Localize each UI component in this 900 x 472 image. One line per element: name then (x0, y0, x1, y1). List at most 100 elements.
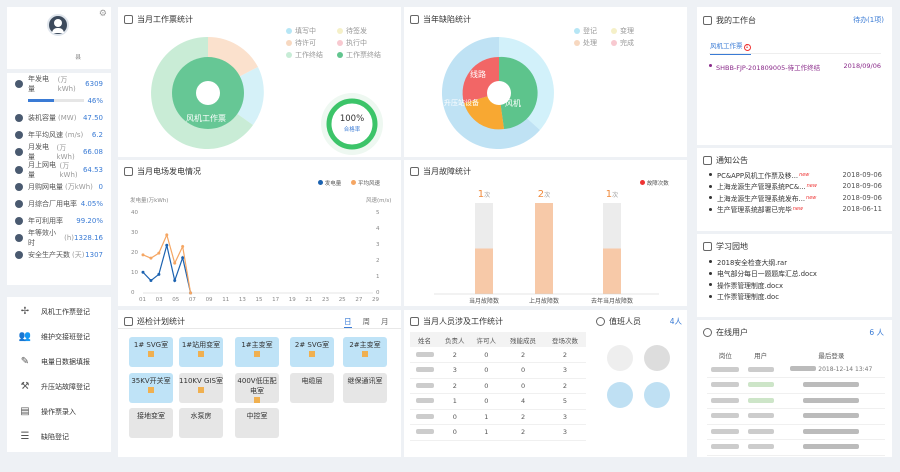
table-row[interactable]: 3003 (410, 362, 586, 379)
study-panel: 学习园地 2018安全检查大纲.rar 电气部分每日一题题库汇总.docx 操作… (697, 234, 892, 317)
table-cell: 1 (439, 393, 471, 410)
patrol-card-label: 中控室 (246, 412, 268, 420)
patrol-card[interactable]: 400V低压配电室 (235, 373, 279, 403)
new-badge: new (806, 183, 817, 190)
table-cell: 2 (502, 409, 544, 425)
workbench-item[interactable]: SHBB-FJP-201809005-待工作终结 2018/09/06 (709, 62, 881, 72)
study-item[interactable]: 工作票管理制度.doc (709, 291, 882, 303)
duty-avatar[interactable] (644, 345, 670, 371)
data-point[interactable] (149, 279, 153, 283)
patrol-card-label: 1# SVG室 (133, 341, 169, 349)
avatar[interactable] (47, 14, 69, 36)
tab-day[interactable]: 日 (344, 316, 352, 328)
data-point[interactable] (165, 243, 169, 247)
data-point[interactable] (141, 253, 145, 257)
patrol-card-label: 1#站用变室 (181, 341, 221, 349)
patrol-card[interactable]: 2#主变室 (343, 337, 387, 367)
table-row[interactable]: 0123 (410, 424, 586, 441)
lock-icon (148, 387, 154, 393)
notice-item[interactable]: 上海龙源生产管理系统PC&... new 2018-09-06 (709, 181, 882, 193)
nav-power-report[interactable]: ✎ 电量日数据填报 (7, 349, 111, 374)
data-point[interactable] (173, 279, 177, 283)
table-cell: 5 (544, 393, 586, 410)
data-point[interactable] (165, 233, 169, 237)
table-row[interactable] (707, 424, 885, 440)
table-row[interactable]: 2002 (410, 378, 586, 394)
tab-month[interactable]: 月 (381, 316, 389, 328)
table-row[interactable] (707, 377, 885, 394)
lightning-icon (15, 79, 23, 88)
duty-avatar[interactable] (607, 382, 633, 408)
tab-week[interactable]: 周 (363, 316, 371, 328)
patrol-card[interactable]: 接地变室 (129, 408, 173, 438)
notice-item[interactable]: 上海龙源生产管理系统发布... new 2018-09-06 (709, 192, 882, 204)
person-name (410, 424, 440, 441)
table-row[interactable]: 2022 (410, 347, 586, 363)
table-cell: 2 (544, 378, 586, 394)
duty-avatar[interactable] (607, 345, 633, 371)
pencil-icon: ✎ (20, 356, 30, 367)
nav-operation-ticket[interactable]: ▤ 操作票录入 (7, 399, 111, 424)
table-row[interactable] (707, 439, 885, 456)
quick-nav: ✢ 风机工作票登记 👥 维护交接班登记 ✎ 电量日数据填报 ⚒ 升压站故障登记 ▤ 操作票… (7, 297, 111, 452)
patrol-card[interactable]: 1#站用变室 (179, 337, 223, 367)
duty-avatar[interactable] (644, 382, 670, 408)
patrol-card-label: 电缆层 (301, 377, 323, 385)
patrol-card[interactable]: 35KV开关室 (129, 373, 173, 403)
study-item[interactable]: 操作票管理制度.docx (709, 279, 882, 291)
nav-substation-fault[interactable]: ⚒ 升压站故障登记 (7, 374, 111, 399)
study-item[interactable]: 2018安全检查大纲.rar (709, 256, 882, 268)
users-icon: 👥 (18, 331, 32, 342)
settings-icon[interactable]: ⚙ (99, 9, 107, 19)
patrol-card[interactable]: 中控室 (235, 408, 279, 438)
nav-defect-register[interactable]: ☰ 缺陷登记 (7, 424, 111, 449)
notice-item[interactable]: 生产管理系统部署已完毕 new 2018-06-11 (709, 204, 882, 216)
stat-wind-speed: 年平均风速 (m/s) 6.2 (7, 127, 111, 144)
patrol-card[interactable]: 水泵房 (179, 408, 223, 438)
table-row[interactable]: 2018-12-14 13:47 (707, 362, 885, 378)
patrol-card[interactable]: 1#主变室 (235, 337, 279, 367)
patrol-card[interactable]: 继保通讯室 (343, 373, 387, 403)
lightning-icon (15, 148, 23, 157)
lock-icon (198, 387, 204, 393)
notice-item[interactable]: PC&APP风机工作票及移... new 2018-09-06 (709, 169, 882, 181)
table-row[interactable] (707, 393, 885, 409)
data-point[interactable] (149, 256, 153, 260)
shield-icon (15, 251, 23, 260)
data-point[interactable] (173, 261, 177, 265)
data-point[interactable] (141, 270, 145, 274)
ticket-center-label: 风机工作票 (186, 114, 226, 123)
fault-bar[interactable] (603, 248, 621, 295)
patrol-card[interactable]: 电缆层 (290, 373, 334, 403)
patrol-card[interactable]: 2# SVG室 (290, 337, 334, 367)
table-cell: 2 (502, 347, 544, 363)
study-item[interactable]: 电气部分每日一题题库汇总.docx (709, 268, 882, 280)
data-point[interactable] (157, 251, 161, 255)
data-point[interactable] (181, 256, 185, 260)
table-row[interactable]: 1045 (410, 393, 586, 410)
profile-panel: ⚙ 县 (7, 7, 111, 69)
table-cell: 0 (470, 362, 503, 379)
patrol-panel: 巡检计划统计 日 周 月 1# SVG室 1#站用变室 1#主变室 2# SVG室 2#… (118, 310, 401, 457)
nav-turbine-ticket[interactable]: ✢ 风机工作票登记 (7, 299, 111, 324)
data-point[interactable] (189, 291, 193, 295)
nav-shift-handover[interactable]: 👥 维护交接班登记 (7, 324, 111, 349)
patrol-card-label: 400V低压配电室 (237, 377, 277, 395)
online-count[interactable]: 6 人 (869, 327, 884, 338)
fault-bar[interactable] (535, 203, 553, 294)
lock-icon (254, 397, 260, 403)
data-point[interactable] (157, 272, 161, 276)
pass-rate-label: 合格率 (343, 127, 361, 133)
stat-grid-in: 月购网电量 (万kWh) 0 (7, 178, 111, 195)
patrol-card[interactable]: 1# SVG室 (129, 337, 173, 367)
patrol-card[interactable]: 110KV GIS室 (179, 373, 223, 403)
pending-link[interactable]: 待办(1项) (853, 15, 884, 25)
patrol-card-label: 2# SVG室 (294, 341, 330, 349)
data-point[interactable] (181, 245, 185, 249)
patrol-card-label: 1#主变室 (241, 341, 273, 349)
upload-icon (15, 165, 23, 174)
table-row[interactable]: 0123 (410, 409, 586, 425)
fault-bar[interactable] (475, 248, 493, 295)
duty-count[interactable]: 4人 (670, 316, 682, 327)
table-row[interactable] (707, 408, 885, 425)
